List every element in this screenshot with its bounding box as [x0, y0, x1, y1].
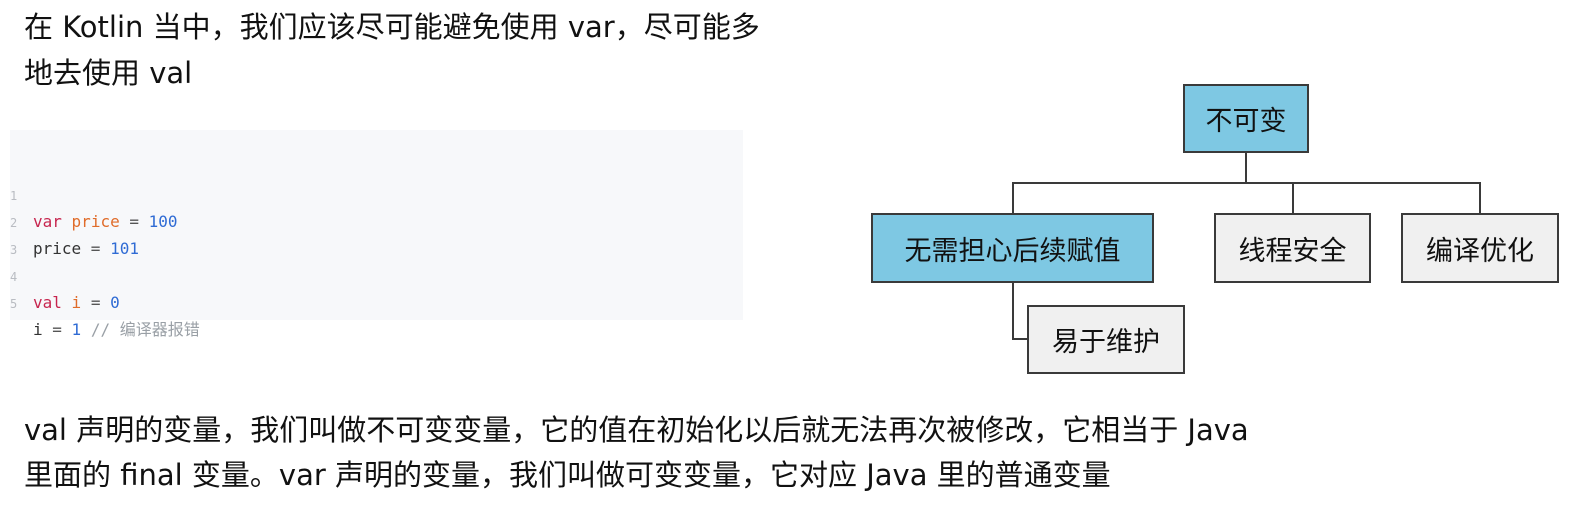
- connector-root-down: [1245, 152, 1247, 183]
- node-easy-maintain: 易于维护: [1027, 305, 1185, 374]
- code-line-4: 4 val i = 0: [10, 238, 120, 312]
- outro-line-1: val 声明的变量，我们叫做不可变变量，它的值在初始化以后就无法再次被修改，它相…: [24, 413, 1249, 447]
- code-token: 1: [71, 320, 82, 339]
- code-line-5: 5 i = 1 // 编译器报错: [10, 265, 200, 339]
- intro-line-2: 地去使用 val: [24, 56, 193, 90]
- node-thread-safe: 线程安全: [1214, 213, 1371, 283]
- code-line-1: 1 var price = 100: [10, 157, 178, 231]
- code-comment: // 编译器报错: [90, 320, 200, 339]
- code-line-2: 2 price = 101: [10, 184, 139, 258]
- code-token: =: [42, 320, 72, 339]
- outro-paragraph: val 声明的变量，我们叫做不可变变量，它的值在初始化以后就无法再次被修改，它相…: [24, 408, 1584, 498]
- connector-horizontal: [1012, 182, 1481, 184]
- code-token: 100: [148, 212, 178, 231]
- intro-paragraph: 在 Kotlin 当中，我们应该尽可能避免使用 var，尽可能多 地去使用 va…: [24, 4, 864, 96]
- outro-line-2: 里面的 final 变量。var 声明的变量，我们叫做可变变量，它对应 Java…: [24, 458, 1111, 492]
- connector-grandchild-down: [1012, 282, 1014, 339]
- code-token: price: [71, 212, 120, 231]
- code-token: 101: [110, 239, 139, 258]
- code-text: var price = 100: [33, 209, 178, 235]
- node-no-reassign-worry: 无需担心后续赋值: [871, 213, 1154, 283]
- connector-child-2: [1292, 182, 1294, 214]
- code-text: i = 1 // 编译器报错: [33, 317, 200, 343]
- code-token: =: [119, 212, 149, 231]
- code-token: =: [81, 239, 111, 258]
- code-block: 1 var price = 100 2 price = 101 3 4 val …: [10, 130, 743, 339]
- intro-line-1: 在 Kotlin 当中，我们应该尽可能避免使用 var，尽可能多: [24, 10, 760, 44]
- code-text: price = 101: [33, 236, 139, 262]
- line-number: 5: [10, 297, 18, 311]
- node-compile-optimize: 编译优化: [1401, 213, 1559, 283]
- code-token: =: [81, 293, 111, 312]
- code-token: i: [71, 293, 82, 312]
- connector-grandchild-right: [1012, 338, 1029, 340]
- code-token: i: [33, 320, 43, 339]
- code-token: 0: [110, 293, 120, 312]
- code-line-3: 3: [10, 211, 49, 257]
- connector-child-3: [1479, 182, 1481, 214]
- node-immutable: 不可变: [1183, 84, 1309, 153]
- connector-child-1: [1012, 182, 1014, 214]
